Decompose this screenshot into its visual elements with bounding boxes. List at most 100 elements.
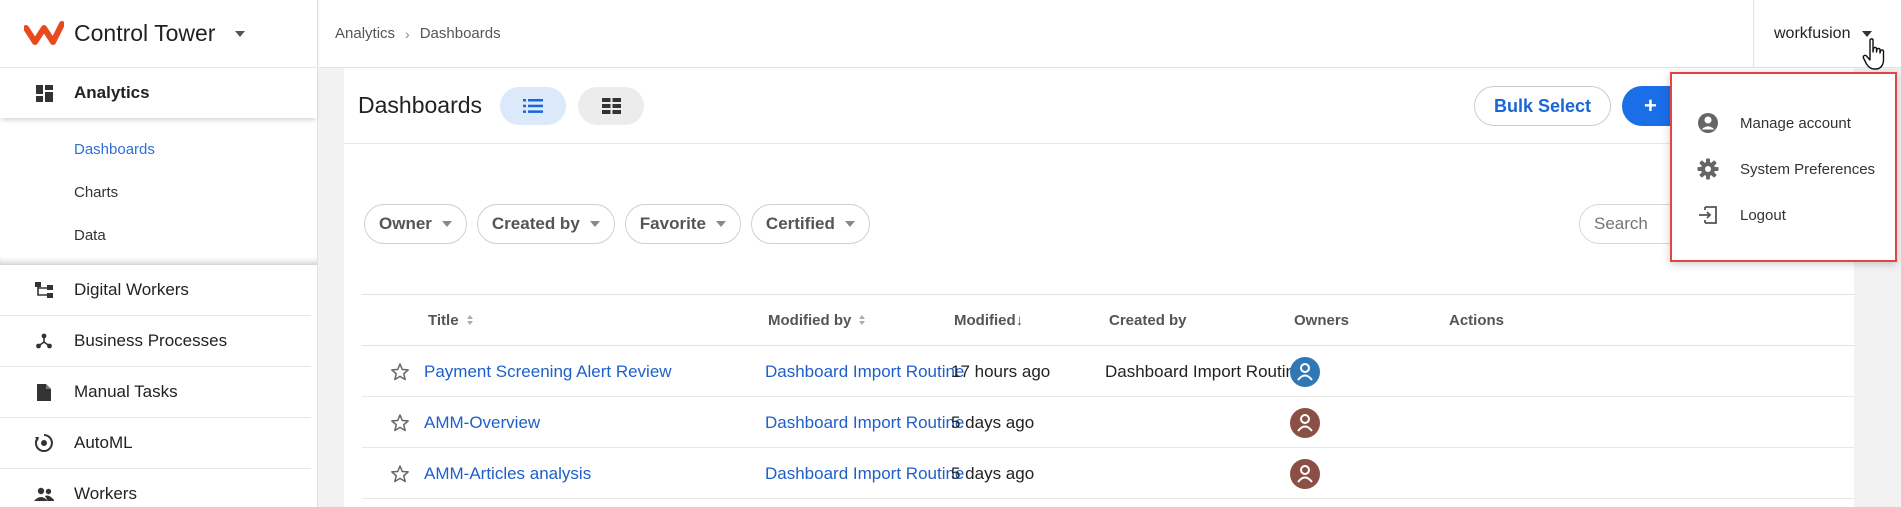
person-icon bbox=[1297, 362, 1313, 381]
dashboards-table: Title Modified by Modified↓ Created by O… bbox=[362, 294, 1855, 499]
sort-icon bbox=[466, 315, 473, 325]
chevron-down-icon bbox=[844, 221, 855, 227]
chevron-down-icon bbox=[589, 221, 600, 227]
column-header-modified-by[interactable]: Modified by bbox=[768, 311, 866, 329]
brand-chevron-down-icon[interactable] bbox=[235, 30, 246, 37]
sidebar-item-label: AutoML bbox=[74, 433, 133, 452]
avatar bbox=[1290, 458, 1320, 489]
filter-certified[interactable]: Certified bbox=[750, 204, 870, 244]
menu-item-label: System Preferences bbox=[1740, 160, 1876, 178]
dashboard-title-link[interactable]: AMM-Articles analysis bbox=[424, 448, 591, 499]
modified-by-link[interactable]: Dashboard Import Routine bbox=[765, 448, 964, 499]
modified-time: 17 hours ago bbox=[951, 361, 1051, 381]
favorite-star-icon[interactable] bbox=[390, 448, 410, 499]
menu-item-label: Logout bbox=[1740, 206, 1786, 224]
breadcrumb-current: Dashboards bbox=[419, 25, 501, 42]
filter-created-by[interactable]: Created by bbox=[476, 204, 615, 244]
column-label: Title bbox=[428, 311, 459, 329]
main-panel: Dashboards Bulk Select + Owner Created b… bbox=[344, 68, 1855, 507]
breadcrumb-chevron-right-icon: › bbox=[405, 25, 410, 42]
favorite-star-icon[interactable] bbox=[390, 397, 410, 448]
gear-icon bbox=[1696, 157, 1720, 181]
bulk-select-button[interactable]: Bulk Select bbox=[1474, 86, 1611, 126]
sidebar-item-business-processes[interactable]: Business Processes bbox=[0, 316, 311, 367]
sidebar-subitem-dashboards[interactable]: Dashboards bbox=[0, 128, 317, 171]
person-icon bbox=[1297, 464, 1313, 483]
sort-icon bbox=[859, 315, 866, 325]
page-header: Dashboards Bulk Select + bbox=[344, 68, 1854, 144]
favorite-star-icon[interactable] bbox=[390, 346, 410, 397]
sidebar-subitem-charts[interactable]: Charts bbox=[0, 171, 317, 214]
sidebar-item-label: Manual Tasks bbox=[74, 382, 178, 401]
sidebar: Control Tower Analytics Dashboards Chart… bbox=[0, 0, 318, 507]
workfusion-logo-icon bbox=[24, 20, 64, 45]
list-view-button[interactable] bbox=[500, 86, 567, 125]
menu-item-label: Manage account bbox=[1740, 114, 1851, 132]
owner-avatar[interactable] bbox=[1290, 448, 1320, 499]
breadcrumb-root-link[interactable]: Analytics bbox=[335, 25, 395, 42]
grid-view-button[interactable] bbox=[578, 86, 645, 125]
user-dropdown-menu: Manage account System Preferences Logout bbox=[1670, 72, 1897, 262]
logout-icon bbox=[1696, 203, 1720, 227]
chevron-down-icon bbox=[441, 221, 452, 227]
page-title: Dashboards bbox=[358, 92, 483, 118]
filter-label: Owner bbox=[379, 214, 432, 233]
sidebar-subitem-data[interactable]: Data bbox=[0, 214, 317, 257]
automl-icon bbox=[34, 433, 54, 453]
business-processes-icon bbox=[34, 331, 54, 351]
avatar bbox=[1290, 407, 1320, 438]
sidebar-item-digital-workers[interactable]: Digital Workers bbox=[0, 265, 311, 316]
modified-time: 5 days ago bbox=[951, 412, 1035, 432]
modified-by-link[interactable]: Dashboard Import Routine bbox=[765, 397, 964, 448]
column-header-owners: Owners bbox=[1294, 311, 1350, 329]
table-header: Title Modified by Modified↓ Created by O… bbox=[362, 294, 1855, 346]
dashboard-grid-icon bbox=[34, 83, 54, 103]
hand-cursor-icon bbox=[1862, 38, 1885, 70]
dashboard-title-link[interactable]: AMM-Overview bbox=[424, 397, 540, 448]
account-circle-icon bbox=[1696, 111, 1720, 135]
avatar bbox=[1290, 356, 1320, 387]
manual-tasks-icon bbox=[34, 382, 54, 402]
grid-view-icon bbox=[601, 97, 621, 114]
dashboard-title-link[interactable]: Payment Screening Alert Review bbox=[424, 346, 672, 397]
menu-item-manage-account[interactable]: Manage account bbox=[1672, 100, 1895, 146]
filter-bar: Owner Created by Favorite Certified bbox=[364, 204, 880, 244]
table-row: AMM-Articles analysis Dashboard Import R… bbox=[362, 448, 1855, 499]
column-header-title[interactable]: Title bbox=[428, 312, 473, 329]
workers-icon bbox=[34, 484, 54, 504]
sidebar-item-label: Business Processes bbox=[74, 331, 228, 350]
column-header-created-by: Created by bbox=[1109, 311, 1187, 329]
breadcrumb: Analytics › Dashboards bbox=[319, 25, 501, 42]
owner-avatar[interactable] bbox=[1290, 346, 1320, 397]
filter-owner[interactable]: Owner bbox=[364, 204, 467, 244]
sidebar-item-label: Digital Workers bbox=[74, 280, 189, 299]
user-chevron-down-icon bbox=[1862, 31, 1873, 37]
column-header-actions: Actions bbox=[1449, 311, 1505, 329]
table-row: Payment Screening Alert Review Dashboard… bbox=[362, 346, 1855, 397]
sidebar-item-manual-tasks[interactable]: Manual Tasks bbox=[0, 367, 311, 418]
analytics-sub-list: Dashboards Charts Data bbox=[0, 118, 317, 257]
sidebar-item-automl[interactable]: AutoML bbox=[0, 418, 311, 469]
filter-label: Certified bbox=[765, 214, 835, 233]
menu-item-logout[interactable]: Logout bbox=[1672, 192, 1895, 238]
owner-avatar[interactable] bbox=[1290, 397, 1320, 448]
divider bbox=[0, 257, 317, 265]
chevron-down-icon bbox=[715, 221, 726, 227]
table-row: AMM-Overview Dashboard Import Routine 5 … bbox=[362, 397, 1855, 448]
brand-name: Control Tower bbox=[74, 20, 216, 46]
brand-header[interactable]: Control Tower bbox=[0, 0, 317, 68]
filter-favorite[interactable]: Favorite bbox=[624, 204, 741, 244]
nav-section-analytics: Analytics Dashboards Charts Data bbox=[0, 68, 317, 265]
sidebar-item-analytics[interactable]: Analytics bbox=[0, 68, 317, 118]
modified-by-link[interactable]: Dashboard Import Routine bbox=[765, 346, 964, 397]
person-icon bbox=[1297, 413, 1313, 432]
sidebar-item-label: Workers bbox=[74, 484, 137, 503]
list-view-icon bbox=[523, 98, 544, 113]
sidebar-item-workers[interactable]: Workers bbox=[0, 469, 311, 507]
top-bar: Analytics › Dashboards workfusion bbox=[319, 0, 1901, 68]
column-label: Modified by bbox=[768, 311, 852, 329]
menu-item-system-preferences[interactable]: System Preferences bbox=[1672, 146, 1895, 192]
user-name: workfusion bbox=[1774, 25, 1851, 42]
digital-workers-icon bbox=[34, 280, 54, 300]
column-header-modified[interactable]: Modified↓ bbox=[954, 312, 1023, 329]
